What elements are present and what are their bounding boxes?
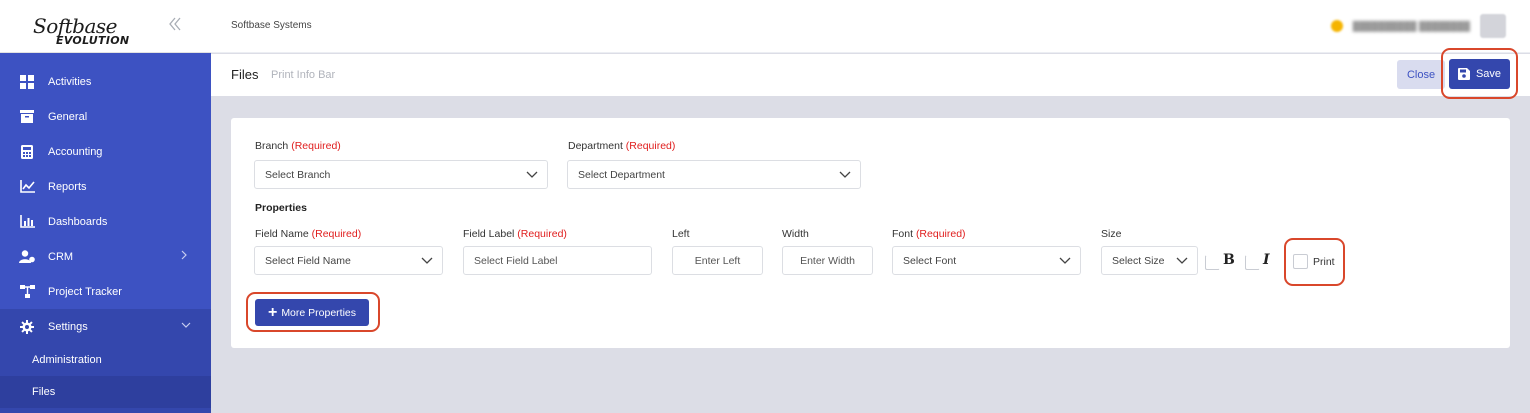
chevron-down-icon xyxy=(839,171,851,178)
left-label: Left xyxy=(672,228,690,240)
sidebar-item-accounting[interactable]: Accounting xyxy=(0,134,211,169)
bold-icon: B xyxy=(1223,252,1235,268)
logo: Softbase EVOLUTION xyxy=(0,0,211,53)
company-name: Softbase Systems xyxy=(231,20,312,31)
field-label-label: Field Label (Required) xyxy=(463,228,567,240)
sidebar-item-label: Accounting xyxy=(48,145,103,158)
chevron-down-icon xyxy=(1059,257,1071,264)
print-label: Print xyxy=(1313,256,1335,268)
font-select[interactable]: Select Font xyxy=(892,246,1081,275)
sidebar-item-label: Reports xyxy=(48,180,87,193)
form-card: Branch (Required) Select Branch Departme… xyxy=(231,118,1510,348)
sidebar-item-label: General xyxy=(48,110,88,123)
branch-select[interactable]: Select Branch xyxy=(254,160,548,189)
department-label: Department (Required) xyxy=(568,140,676,152)
department-select-value: Select Department xyxy=(578,168,665,181)
breadcrumb: Print Info Bar xyxy=(271,69,336,81)
size-select-value: Select Size xyxy=(1112,254,1165,267)
font-label: Font (Required) xyxy=(892,228,966,240)
logo-bottom-text: EVOLUTION xyxy=(56,34,130,47)
left-placeholder: Enter Left xyxy=(694,254,741,267)
users-icon xyxy=(19,249,35,265)
sidebar-item-label: Project Tracker xyxy=(48,285,122,298)
sidebar-item-general[interactable]: General xyxy=(0,99,211,134)
user-name-blurred: ██████████ ████████ xyxy=(1352,21,1470,31)
chevron-down-icon xyxy=(421,257,433,264)
sidebar: Softbase EVOLUTION Activities General Ac… xyxy=(0,0,211,413)
italic-checkbox[interactable] xyxy=(1245,255,1260,270)
print-checkbox[interactable] xyxy=(1293,254,1308,269)
sidebar-item-activities[interactable]: Activities xyxy=(0,64,211,99)
chevron-right-icon xyxy=(181,250,191,262)
width-label: Width xyxy=(782,228,809,240)
sidebar-subitem-files[interactable]: Files xyxy=(0,376,211,408)
sidebar-subitem-administration[interactable]: Administration xyxy=(0,344,211,376)
page-header: Files Print Info Bar Close Save xyxy=(211,54,1530,96)
bold-checkbox[interactable] xyxy=(1205,255,1220,270)
sidebar-footer-strip xyxy=(0,408,211,413)
sidebar-item-settings[interactable]: Settings xyxy=(0,309,211,344)
width-input[interactable]: Enter Width xyxy=(782,246,873,275)
properties-title: Properties xyxy=(255,202,307,214)
sidebar-item-label: Dashboards xyxy=(48,215,108,228)
field-name-select[interactable]: Select Field Name xyxy=(254,246,443,275)
font-select-value: Select Font xyxy=(903,254,957,267)
more-properties-label: More Properties xyxy=(281,306,357,319)
left-input[interactable]: Enter Left xyxy=(672,246,763,275)
grid-icon xyxy=(19,74,35,90)
notification-dot xyxy=(1330,20,1343,32)
avatar[interactable] xyxy=(1480,14,1506,38)
branch-select-value: Select Branch xyxy=(265,168,331,181)
sidebar-item-label: CRM xyxy=(48,250,74,263)
double-chevron-left-icon[interactable] xyxy=(168,16,184,34)
plus-icon: + xyxy=(267,303,278,321)
floppy-disk-icon xyxy=(1457,68,1470,80)
sidebar-item-crm[interactable]: CRM xyxy=(0,239,211,274)
page-title: Files xyxy=(231,67,259,82)
sidebar-item-project-tracker[interactable]: Project Tracker xyxy=(0,274,211,309)
close-button[interactable]: Close xyxy=(1397,60,1445,89)
width-placeholder: Enter Width xyxy=(800,254,855,267)
branch-label: Branch (Required) xyxy=(255,140,341,152)
department-select[interactable]: Select Department xyxy=(567,160,861,189)
user-menu[interactable]: ██████████ ████████ xyxy=(1330,11,1506,41)
line-chart-icon xyxy=(19,179,35,195)
size-label: Size xyxy=(1101,228,1122,240)
calculator-icon xyxy=(19,144,35,160)
gear-icon xyxy=(19,319,35,335)
chevron-down-icon xyxy=(1176,257,1188,264)
bar-chart-icon xyxy=(19,214,35,230)
sitemap-icon xyxy=(19,284,35,300)
size-select[interactable]: Select Size xyxy=(1101,246,1198,275)
field-name-select-value: Select Field Name xyxy=(265,254,351,267)
italic-icon: I xyxy=(1263,252,1270,268)
field-label-placeholder: Select Field Label xyxy=(474,254,558,267)
sidebar-item-label: Activities xyxy=(48,75,92,88)
chevron-down-icon xyxy=(181,320,191,332)
more-properties-button[interactable]: + More Properties xyxy=(255,299,369,326)
field-name-label: Field Name (Required) xyxy=(255,228,362,240)
sidebar-item-dashboards[interactable]: Dashboards xyxy=(0,204,211,239)
save-label: Save xyxy=(1475,68,1502,80)
chevron-down-icon xyxy=(526,171,538,178)
inbox-icon xyxy=(19,109,35,125)
sidebar-item-label: Settings xyxy=(48,320,88,333)
sidebar-item-reports[interactable]: Reports xyxy=(0,169,211,204)
field-label-input[interactable]: Select Field Label xyxy=(463,246,652,275)
save-button[interactable]: Save xyxy=(1449,59,1510,89)
top-header: Softbase Systems ██████████ ████████ xyxy=(211,0,1530,53)
